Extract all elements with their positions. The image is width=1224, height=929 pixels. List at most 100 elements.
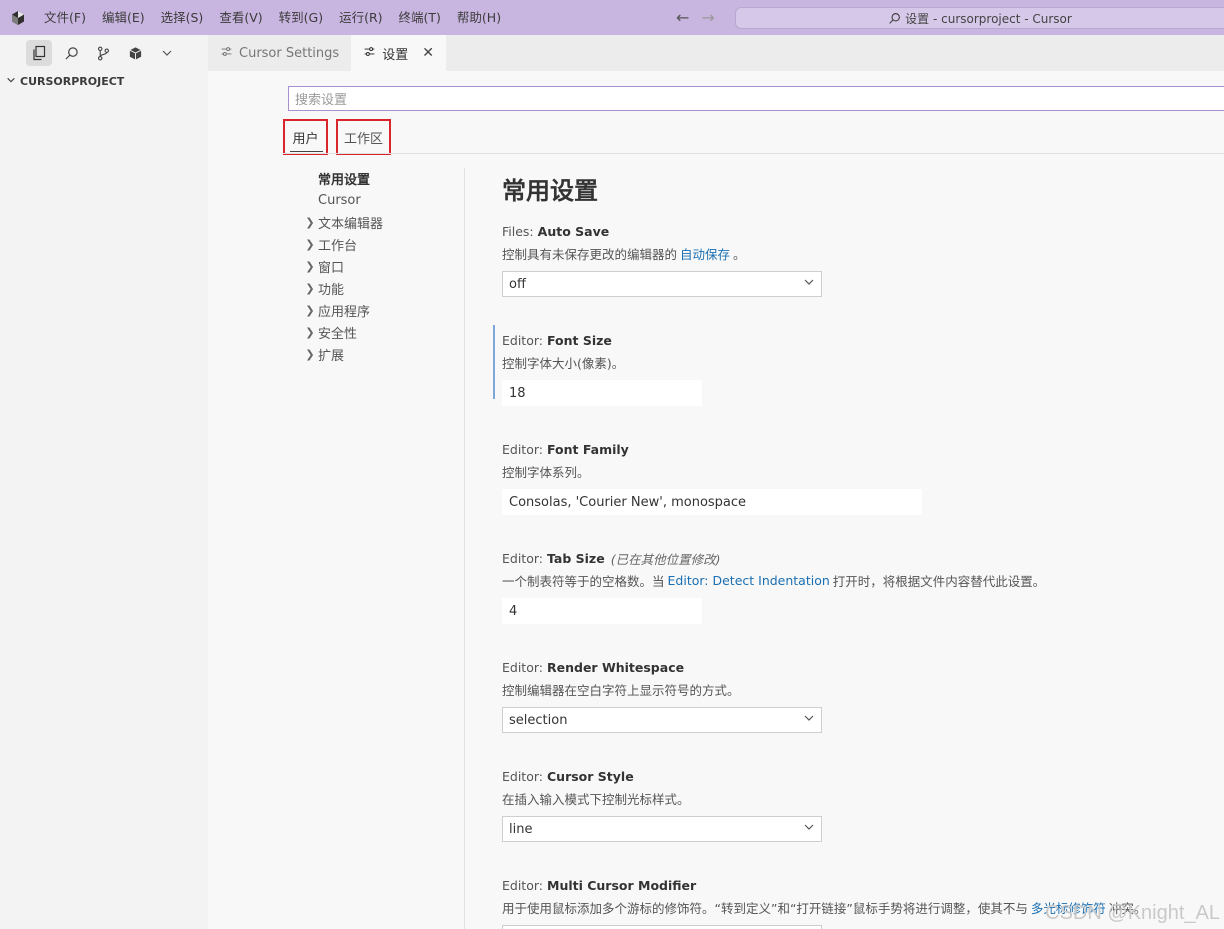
menu-help[interactable]: 帮助(H): [449, 0, 509, 35]
setting-font-family: Editor: Font Family 控制字体系列。 Consolas, 'Co…: [502, 439, 1224, 515]
tab-label: Cursor Settings: [239, 45, 340, 61]
desc-text: 控制具有未保存更改的编辑器的: [502, 246, 678, 262]
setting-category: Files:: [502, 223, 534, 239]
toc-item-common[interactable]: 常用设置: [298, 167, 458, 189]
active-tab-underline: [290, 151, 323, 152]
chevron-down-icon: [803, 712, 815, 728]
setting-title: Editor: Tab Size (已在其他位置修改): [502, 548, 1224, 568]
tab-settings[interactable]: 设置 ✕: [351, 35, 446, 71]
toc-item-text-editor[interactable]: ❯ 文本编辑器: [298, 211, 458, 233]
chevron-right-icon: ❯: [305, 281, 315, 295]
menu-run[interactable]: 运行(R): [331, 0, 390, 35]
toc-label: 常用设置: [318, 172, 371, 188]
setting-cursor-style: Editor: Cursor Style 在插入输入模式下控制光标样式。 line: [502, 766, 1224, 842]
chevron-down-icon: [803, 821, 815, 837]
select-value: off: [509, 276, 526, 292]
menu-file[interactable]: 文件(F): [36, 0, 94, 35]
focus-indicator: [493, 325, 495, 399]
scope-tabs: 用户 工作区: [283, 119, 392, 155]
setting-title: Editor: Font Family: [502, 439, 1224, 459]
title-bar: 文件(F) 编辑(E) 选择(S) 查看(V) 转到(G) 运行(R) 终端(T…: [0, 0, 1224, 35]
sidebar-toolbar: [0, 35, 208, 71]
chevron-right-icon: ❯: [305, 303, 315, 317]
font-family-input[interactable]: Consolas, 'Courier New', monospace: [502, 489, 922, 515]
select-value: line: [509, 821, 533, 837]
tab-label: 设置: [382, 47, 409, 63]
setting-description: 一个制表符等于的空格数。当 Editor: Detect Indentation 打…: [502, 568, 1224, 592]
toc-item-application[interactable]: ❯ 应用程序: [298, 299, 458, 321]
chevron-right-icon: ❯: [305, 237, 315, 251]
chevron-down-icon: [6, 75, 16, 88]
setting-title: Editor: Font Size: [502, 330, 1224, 350]
menu-view[interactable]: 查看(V): [211, 0, 270, 35]
setting-title: Editor: Multi Cursor Modifier: [502, 875, 1224, 895]
setting-render-whitespace: Editor: Render Whitespace 控制编辑器在空白字符上显示符号…: [502, 657, 1224, 733]
menu-edit[interactable]: 编辑(E): [94, 0, 153, 35]
modified-elsewhere-link[interactable]: (已在其他位置修改): [611, 549, 721, 568]
toc-item-extensions[interactable]: ❯ 扩展: [298, 343, 458, 365]
detect-indentation-link[interactable]: Editor: Detect Indentation: [668, 573, 830, 588]
tab-workspace[interactable]: 工作区: [336, 119, 392, 155]
arrow-right-icon[interactable]: →: [701, 8, 714, 27]
setting-description: 控制字体大小(像素)。: [502, 355, 625, 371]
setting-font-size: Editor: Font Size 控制字体大小(像素)。 18: [493, 325, 1224, 406]
toc-item-cursor[interactable]: Cursor: [298, 189, 458, 211]
select-value: selection: [509, 712, 568, 728]
close-icon[interactable]: ✕: [422, 45, 434, 61]
toc-item-security[interactable]: ❯ 安全性: [298, 321, 458, 343]
divider: [283, 153, 1224, 154]
toc-label: 功能: [318, 282, 345, 298]
explorer-folder-header[interactable]: CURSORPROJECT: [0, 71, 208, 91]
menu-go[interactable]: 转到(G): [271, 0, 331, 35]
setting-title: Editor: Render Whitespace: [502, 657, 1224, 677]
setting-name: Font Size: [547, 332, 612, 348]
setting-description: 控制字体系列。: [502, 464, 590, 480]
extensions-icon[interactable]: [122, 40, 148, 66]
menu-terminal[interactable]: 终端(T): [391, 0, 449, 35]
desc-text: 打开时，将根据文件内容替代此设置。: [832, 573, 1046, 589]
setting-tab-size: Editor: Tab Size (已在其他位置修改) 一个制表符等于的空格数。当 E…: [502, 548, 1224, 624]
render-whitespace-select[interactable]: selection: [502, 707, 822, 733]
tab-cursor-settings[interactable]: Cursor Settings: [208, 35, 352, 71]
setting-category: Editor:: [502, 768, 543, 784]
setting-description: 控制具有未保存更改的编辑器的 自动保存。: [502, 241, 1224, 265]
setting-name: Multi Cursor Modifier: [547, 877, 697, 893]
toc-item-window[interactable]: ❯ 窗口: [298, 255, 458, 277]
setting-name: Render Whitespace: [547, 659, 685, 675]
settings-editor: 搜索设置 用户 工作区 常用设置 Cursor ❯ 文本编辑器 ❯ 工作台 ❯ 窗口 …: [208, 71, 1224, 929]
search-settings-input[interactable]: 搜索设置: [288, 86, 1224, 111]
setting-description: 控制编辑器在空白字符上显示符号的方式。: [502, 682, 740, 698]
desc-text: 用于使用鼠标添加多个游标的修饰符。“转到定义”和“打开链接”鼠标手势将进行调整，…: [502, 900, 1028, 916]
settings-sliders-icon: [220, 45, 233, 62]
tab-user[interactable]: 用户: [283, 119, 328, 155]
auto-save-link[interactable]: 自动保存: [680, 244, 730, 263]
toc-item-features[interactable]: ❯ 功能: [298, 277, 458, 299]
command-center[interactable]: 设置 - cursorproject - Cursor: [735, 7, 1224, 29]
desc-text: 一个制表符等于的空格数。当: [502, 573, 665, 589]
source-control-icon[interactable]: [90, 40, 116, 66]
settings-content: 常用设置 Files: Auto Save 控制具有未保存更改的编辑器的 自动保存。…: [493, 167, 1224, 929]
setting-description: 在插入输入模式下控制光标样式。: [502, 791, 690, 807]
setting-title: Files: Auto Save: [502, 221, 1224, 241]
multi-cursor-modifier-select[interactable]: [502, 925, 822, 929]
divider: [464, 168, 465, 929]
toc-label: 应用程序: [318, 304, 371, 320]
setting-category: Editor:: [502, 550, 543, 566]
arrow-left-icon[interactable]: ←: [676, 8, 689, 27]
search-placeholder: 搜索设置: [295, 93, 348, 108]
auto-save-select[interactable]: off: [502, 271, 822, 297]
cursor-logo-icon: [0, 0, 36, 35]
menu-selection[interactable]: 选择(S): [153, 0, 212, 35]
explorer-icon[interactable]: [26, 40, 52, 66]
font-size-input[interactable]: 18: [502, 380, 702, 406]
search-icon[interactable]: [58, 40, 84, 66]
tab-size-input[interactable]: 4: [502, 598, 702, 624]
setting-auto-save: Files: Auto Save 控制具有未保存更改的编辑器的 自动保存。 off: [502, 221, 1224, 297]
toc-item-workbench[interactable]: ❯ 工作台: [298, 233, 458, 255]
setting-title: Editor: Cursor Style: [502, 766, 1224, 786]
setting-category: Editor:: [502, 441, 543, 457]
cursor-style-select[interactable]: line: [502, 816, 822, 842]
toc-label: Cursor: [318, 192, 361, 208]
chevron-right-icon: ❯: [305, 325, 315, 339]
chevron-down-icon[interactable]: [154, 40, 180, 66]
